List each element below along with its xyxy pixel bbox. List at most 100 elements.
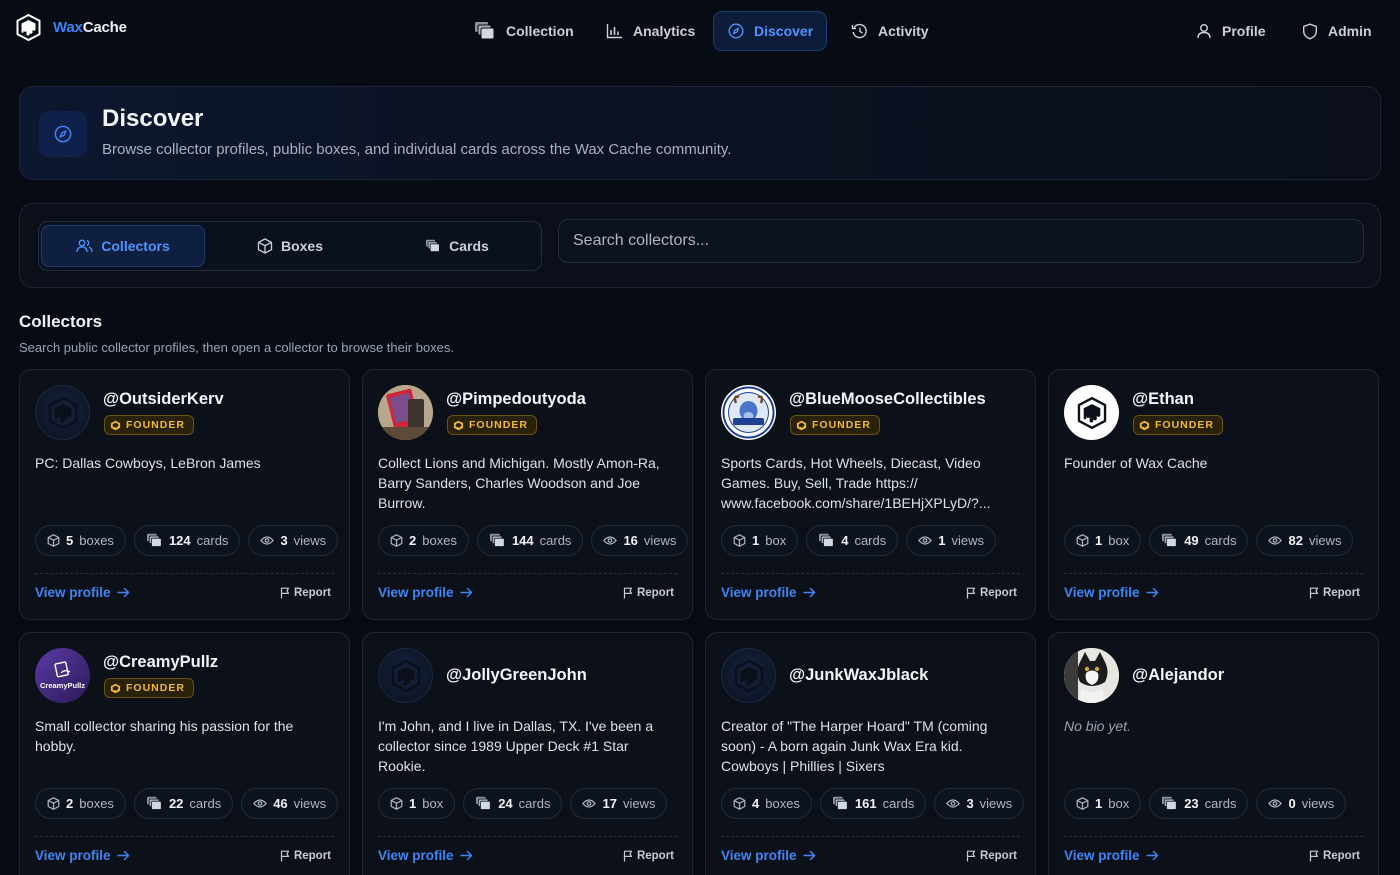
nav-analytics[interactable]: Analytics — [592, 11, 709, 51]
box-icon — [733, 534, 746, 547]
view-profile-link[interactable]: View profile — [35, 848, 130, 863]
boxes-count-pill: 1 box — [721, 525, 799, 556]
nav-admin[interactable]: Admin — [1288, 11, 1386, 51]
founder-badge: FOUNDER — [104, 415, 194, 435]
view-profile-label: View profile — [378, 585, 454, 600]
users-icon — [76, 239, 93, 253]
view-profile-link[interactable]: View profile — [721, 848, 816, 863]
report-button[interactable]: Report — [966, 587, 1017, 599]
founder-badge: FOUNDER — [790, 415, 880, 435]
eye-icon — [1268, 798, 1283, 809]
flag-icon — [966, 587, 976, 599]
report-button[interactable]: Report — [1309, 587, 1360, 599]
view-profile-link[interactable]: View profile — [1064, 585, 1159, 600]
brand-logo[interactable]: WaxCache — [16, 14, 127, 41]
nav-profile[interactable]: Profile — [1182, 11, 1280, 51]
nav-activity[interactable]: Activity — [837, 11, 943, 51]
founder-badge: FOUNDER — [447, 415, 537, 435]
eye-icon — [260, 535, 275, 546]
cards-stack-icon — [474, 21, 496, 41]
collector-card[interactable]: CreamyPullz @CreamyPullz FOUNDER Small coll… — [19, 632, 350, 875]
nav-profile-label: Profile — [1222, 23, 1266, 39]
section-subtitle: Search public collector profiles, then o… — [19, 340, 455, 355]
collector-username[interactable]: @Alejandor — [1132, 666, 1224, 685]
view-profile-link[interactable]: View profile — [378, 585, 473, 600]
card-divider — [1064, 836, 1363, 837]
view-profile-link[interactable]: View profile — [1064, 848, 1159, 863]
report-button[interactable]: Report — [623, 850, 674, 862]
tab-collectors[interactable]: Collectors — [41, 225, 205, 267]
collector-card[interactable]: @OutsiderKerv FOUNDER PC: Dallas Cowboys, … — [19, 369, 350, 620]
box-icon — [1076, 534, 1089, 547]
boxes-unit: box — [765, 533, 787, 548]
collector-bio: Sports Cards, Hot Wheels, Diecast, Video… — [721, 455, 991, 511]
boxes-count-pill: 1 box — [1064, 788, 1142, 819]
collector-username[interactable]: @JunkWaxJblack — [789, 666, 928, 685]
collector-username[interactable]: @OutsiderKerv — [103, 390, 224, 409]
collector-bio: I'm John, and I live in Dallas, TX. I've… — [378, 718, 654, 774]
report-button[interactable]: Report — [966, 850, 1017, 862]
collector-stats: 1 box 4 cards 1 views — [721, 525, 996, 556]
views-count: 16 — [623, 533, 638, 548]
report-button[interactable]: Report — [1309, 850, 1360, 862]
trading-card-photo-icon — [378, 385, 433, 440]
cards-stack-icon — [489, 533, 506, 548]
box-icon — [390, 534, 403, 547]
search-collectors-input[interactable] — [558, 219, 1364, 263]
nav-collection[interactable]: Collection — [460, 11, 588, 51]
views-count: 1 — [938, 533, 946, 548]
cards-count: 4 — [841, 533, 849, 548]
box-icon — [257, 238, 273, 254]
collector-username[interactable]: @Ethan — [1132, 390, 1194, 409]
view-profile-link[interactable]: View profile — [35, 585, 130, 600]
collector-username[interactable]: @CreamyPullz — [103, 653, 218, 672]
nav-discover[interactable]: Discover — [713, 11, 827, 51]
report-label: Report — [1322, 587, 1360, 599]
collector-card[interactable]: @BlueMooseCollectibles FOUNDER Sports Card… — [705, 369, 1036, 620]
eye-icon — [946, 798, 961, 809]
collector-card[interactable]: @JollyGreenJohn I'm John, and I live in D… — [362, 632, 693, 875]
collector-stats: 1 box 24 cards 17 views — [378, 788, 668, 819]
boxes-unit: boxes — [422, 533, 457, 548]
view-profile-link[interactable]: View profile — [378, 848, 473, 863]
cards-unit: cards — [539, 533, 572, 548]
view-profile-link[interactable]: View profile — [721, 585, 816, 600]
collector-card[interactable]: @JunkWaxJblack Creator of "The Harper Hoa… — [705, 632, 1036, 875]
arrow-right-icon — [459, 587, 473, 598]
founder-badge-label: FOUNDER — [469, 419, 528, 431]
cards-stack-icon — [146, 796, 163, 811]
box-icon — [1076, 797, 1089, 810]
top-nav-bar: WaxCache Collection Analytics Discover A… — [0, 0, 1400, 62]
view-profile-label: View profile — [721, 848, 797, 863]
view-profile-label: View profile — [378, 848, 454, 863]
creamypullz-logo-icon: CreamyPullz — [40, 661, 85, 690]
views-count: 0 — [1288, 796, 1296, 811]
report-button[interactable]: Report — [280, 850, 331, 862]
avatar — [721, 648, 776, 703]
report-label: Report — [293, 850, 331, 862]
discover-compass-icon — [39, 111, 87, 157]
avatar-logo-text: CreamyPullz — [39, 681, 86, 690]
tab-cards[interactable]: Cards — [375, 225, 539, 267]
card-divider — [35, 573, 334, 574]
report-button[interactable]: Report — [280, 587, 331, 599]
collector-card[interactable]: @Alejandor No bio yet. 1 box 23 cards 0 views Vi… — [1048, 632, 1379, 875]
views-unit: views — [951, 533, 984, 548]
collector-card[interactable]: @Pimpedoutyoda FOUNDER Collect Lions and M… — [362, 369, 693, 620]
founder-icon — [1139, 420, 1150, 431]
collector-stats: 2 boxes 22 cards 46 views — [35, 788, 339, 819]
card-divider — [721, 836, 1020, 837]
collector-username[interactable]: @Pimpedoutyoda — [446, 390, 586, 409]
collector-username[interactable]: @JollyGreenJohn — [446, 666, 587, 685]
boxes-count: 1 — [1095, 533, 1103, 548]
collector-username[interactable]: @BlueMooseCollectibles — [789, 390, 986, 409]
cards-stack-icon — [475, 796, 492, 811]
views-count: 82 — [1288, 533, 1303, 548]
boxes-count: 2 — [66, 796, 74, 811]
tab-boxes[interactable]: Boxes — [208, 225, 372, 267]
flag-icon — [280, 850, 290, 862]
collector-card[interactable]: @Ethan FOUNDER Founder of Wax Cache 1 box 49 c… — [1048, 369, 1379, 620]
collector-bio: No bio yet. — [1064, 718, 1131, 734]
founder-badge-label: FOUNDER — [1155, 419, 1214, 431]
report-button[interactable]: Report — [623, 587, 674, 599]
